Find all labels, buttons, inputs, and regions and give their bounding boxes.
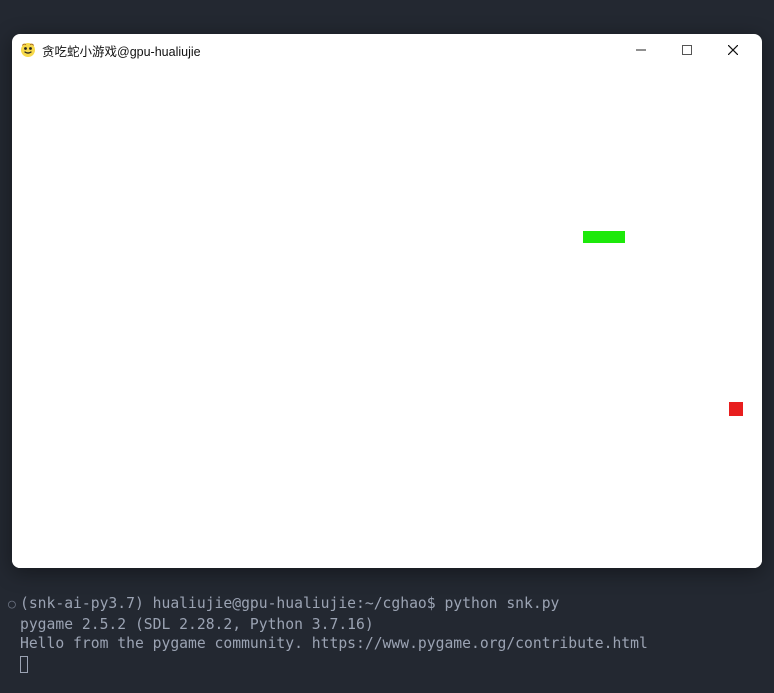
terminal-text: Hello from the pygame community. https:/… xyxy=(20,634,648,654)
terminal-line: pygame 2.5.2 (SDL 2.28.2, Python 3.7.16) xyxy=(8,615,766,635)
terminal[interactable]: ○ (snk-ai-py3.7) hualiujie@gpu-hualiujie… xyxy=(0,584,774,693)
snake-segment xyxy=(597,231,611,243)
snake-segment xyxy=(583,231,597,243)
prompt-marker-icon: ○ xyxy=(8,595,20,615)
app-icon xyxy=(20,42,36,58)
titlebar[interactable]: 贪吃蛇小游戏@gpu-hualiujie xyxy=(12,34,762,66)
close-button[interactable] xyxy=(710,34,756,66)
game-window: 贪吃蛇小游戏@gpu-hualiujie xyxy=(12,34,762,568)
snake-segment xyxy=(611,231,625,243)
maximize-button[interactable] xyxy=(664,34,710,66)
game-canvas[interactable] xyxy=(12,66,762,568)
window-controls xyxy=(618,34,756,66)
terminal-line: Hello from the pygame community. https:/… xyxy=(8,634,766,654)
terminal-line: ○ (snk-ai-py3.7) hualiujie@gpu-hualiujie… xyxy=(8,594,766,615)
terminal-cursor-line xyxy=(8,654,766,671)
window-title: 贪吃蛇小游戏@gpu-hualiujie xyxy=(42,41,201,60)
cursor-icon xyxy=(20,656,28,673)
terminal-text: (snk-ai-py3.7) hualiujie@gpu-hualiujie:~… xyxy=(20,594,559,614)
terminal-text: pygame 2.5.2 (SDL 2.28.2, Python 3.7.16) xyxy=(20,615,374,635)
food xyxy=(729,402,743,416)
minimize-button[interactable] xyxy=(618,34,664,66)
